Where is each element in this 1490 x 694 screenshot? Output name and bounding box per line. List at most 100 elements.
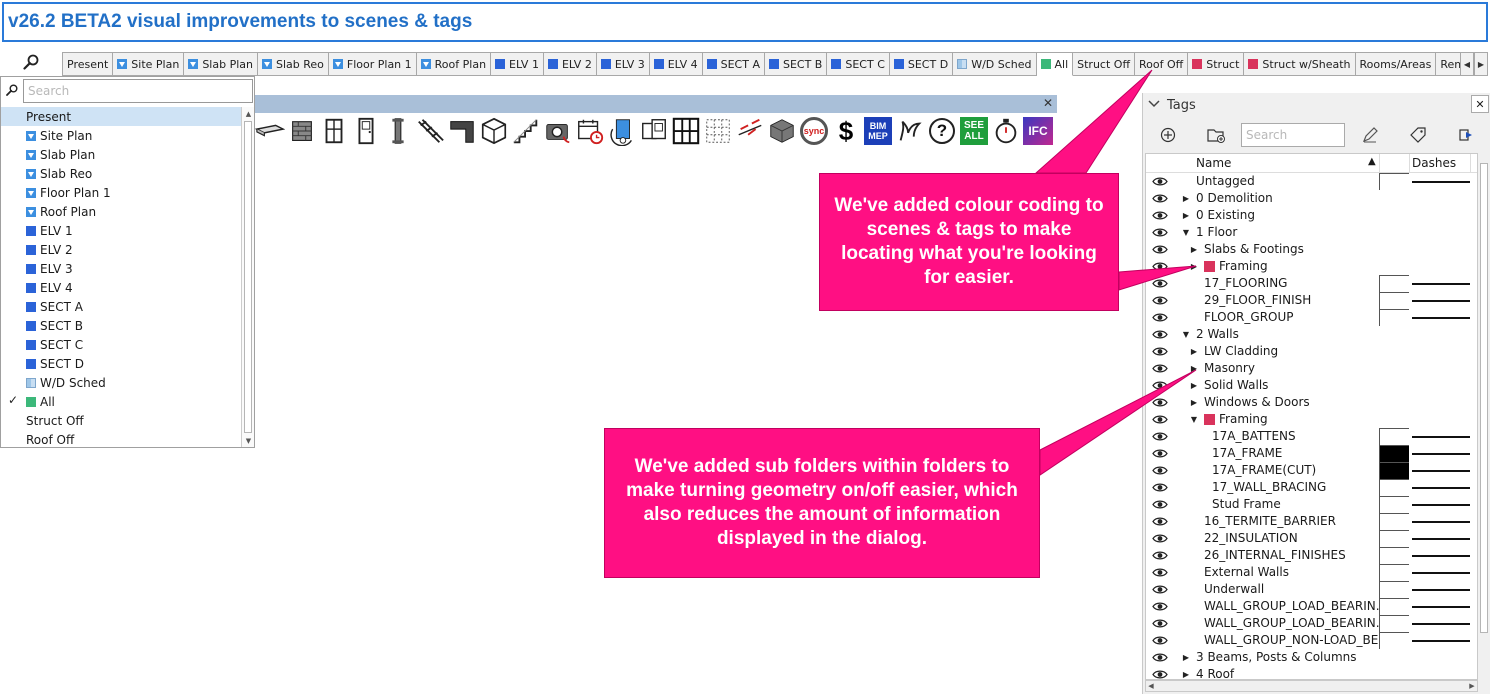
tag-row[interactable]: FLOOR_GROUP bbox=[1146, 309, 1477, 326]
expanded-triangle-icon[interactable]: ▼ bbox=[1182, 228, 1190, 237]
tag-row[interactable]: ▼ 1 Floor bbox=[1146, 224, 1477, 241]
scene-list-item[interactable]: Slab Reo bbox=[1, 164, 241, 183]
close-icon[interactable]: ✕ bbox=[1471, 95, 1489, 113]
tag-dash-style[interactable] bbox=[1412, 504, 1470, 506]
eye-icon[interactable] bbox=[1152, 550, 1168, 561]
tag-dash-style[interactable] bbox=[1412, 606, 1470, 608]
eye-icon[interactable] bbox=[1152, 176, 1168, 187]
scene-tab[interactable]: Struct w/Sheath bbox=[1244, 52, 1356, 76]
tag-dash-style[interactable] bbox=[1412, 555, 1470, 557]
eye-icon[interactable] bbox=[1152, 346, 1168, 357]
scene-list-item[interactable]: Slab Plan bbox=[1, 145, 241, 164]
tab-scroll-right-button[interactable]: ▶ bbox=[1474, 52, 1488, 76]
scene-tab[interactable]: ELV 4 bbox=[649, 52, 703, 76]
scene-tab[interactable]: Struct Off bbox=[1073, 52, 1136, 76]
tag-row[interactable]: ▶ Windows & Doors bbox=[1146, 394, 1477, 411]
tag-row[interactable]: ▶ Masonry bbox=[1146, 360, 1477, 377]
collapsed-triangle-icon[interactable]: ▶ bbox=[1190, 262, 1198, 271]
tag-row[interactable]: 26_INTERNAL_FINISHES bbox=[1146, 547, 1477, 564]
cost-tool-icon[interactable]: $ bbox=[830, 115, 862, 147]
scene-tab[interactable]: SECT D bbox=[889, 52, 954, 76]
sync-tool-icon[interactable]: sync bbox=[798, 115, 830, 147]
scroll-left-icon[interactable]: ◀ bbox=[1146, 681, 1156, 691]
scene-tab[interactable]: Slab Plan bbox=[184, 52, 258, 76]
stair-stringer-tool-icon[interactable] bbox=[414, 115, 446, 147]
eye-icon[interactable] bbox=[1152, 618, 1168, 629]
eye-icon[interactable] bbox=[1152, 414, 1168, 425]
tag-color-swatch[interactable] bbox=[1379, 581, 1409, 598]
tab-scroll-left-button[interactable]: ◀ bbox=[1460, 52, 1474, 76]
tag-row[interactable]: 16_TERMITE_BARRIER bbox=[1146, 513, 1477, 530]
scene-tab[interactable]: Present bbox=[62, 52, 114, 76]
close-icon[interactable]: ✕ bbox=[1043, 96, 1053, 110]
tag-row[interactable]: 29_FLOOR_FINISH bbox=[1146, 292, 1477, 309]
see-all-tool-icon[interactable]: SEE ALL bbox=[958, 115, 990, 147]
scene-tab[interactable]: Struct bbox=[1188, 52, 1245, 76]
tag-dash-style[interactable] bbox=[1412, 317, 1470, 319]
scroll-up-icon[interactable]: ▲ bbox=[242, 107, 255, 120]
expanded-triangle-icon[interactable]: ▼ bbox=[1190, 415, 1198, 424]
tag-color-swatch[interactable] bbox=[1379, 309, 1409, 326]
scene-list-item[interactable]: SECT D bbox=[1, 354, 241, 373]
eye-icon[interactable] bbox=[1152, 329, 1168, 340]
eye-icon[interactable] bbox=[1152, 227, 1168, 238]
tag-color-swatch[interactable] bbox=[1379, 445, 1409, 462]
wall-tool-icon[interactable] bbox=[286, 115, 318, 147]
tag-row[interactable]: 17A_FRAME(CUT) bbox=[1146, 462, 1477, 479]
scene-search-input[interactable] bbox=[23, 79, 253, 103]
tag-row[interactable]: ▶ LW Cladding bbox=[1146, 343, 1477, 360]
eye-icon[interactable] bbox=[1152, 278, 1168, 289]
collapsed-triangle-icon[interactable]: ▶ bbox=[1190, 398, 1198, 407]
grid-tool-icon[interactable] bbox=[670, 115, 702, 147]
tag-row[interactable]: ▼ 2 Walls bbox=[1146, 326, 1477, 343]
eye-icon[interactable] bbox=[1152, 295, 1168, 306]
scene-tab[interactable]: Remen bbox=[1436, 52, 1460, 76]
scene-tab[interactable]: SECT C bbox=[827, 52, 890, 76]
scene-tab[interactable]: Floor Plan 1 bbox=[328, 52, 417, 76]
tag-dash-style[interactable] bbox=[1412, 538, 1470, 540]
tag-dash-style[interactable] bbox=[1412, 589, 1470, 591]
tag-row[interactable]: 17_WALL_BRACING bbox=[1146, 479, 1477, 496]
tags-header[interactable]: Tags ✕ bbox=[1143, 93, 1490, 117]
scene-tab[interactable]: ELV 2 bbox=[543, 52, 597, 76]
scroll-right-icon[interactable]: ▶ bbox=[1467, 681, 1477, 691]
scene-tab[interactable]: Site Plan bbox=[113, 52, 185, 76]
tag-dash-style[interactable] bbox=[1412, 300, 1470, 302]
tags-search-input[interactable] bbox=[1241, 123, 1345, 147]
tag-row[interactable]: WALL_GROUP_LOAD_BEARIN... bbox=[1146, 615, 1477, 632]
corner-tool-icon[interactable] bbox=[446, 115, 478, 147]
tag-row[interactable]: ▶ Slabs & Footings bbox=[1146, 241, 1477, 258]
calendar-tool-icon[interactable] bbox=[574, 115, 606, 147]
scene-list-item[interactable]: ✓ All bbox=[1, 392, 241, 411]
tag-row[interactable]: ▶ 0 Demolition bbox=[1146, 190, 1477, 207]
tag-row[interactable]: ▶ 0 Existing bbox=[1146, 207, 1477, 224]
tag-dash-style[interactable] bbox=[1412, 640, 1470, 642]
scene-list-item[interactable]: ELV 3 bbox=[1, 259, 241, 278]
eye-icon[interactable] bbox=[1152, 669, 1168, 679]
eye-icon[interactable] bbox=[1152, 261, 1168, 272]
tag-color-swatch[interactable] bbox=[1379, 513, 1409, 530]
dimension-tool-icon[interactable] bbox=[734, 115, 766, 147]
scene-list-item[interactable]: SECT C bbox=[1, 335, 241, 354]
tag-dash-style[interactable] bbox=[1412, 181, 1470, 183]
tag-color-swatch[interactable] bbox=[1379, 462, 1409, 479]
tag-dash-style[interactable] bbox=[1412, 436, 1470, 438]
eye-icon[interactable] bbox=[1152, 380, 1168, 391]
tag-color-swatch[interactable] bbox=[1379, 632, 1409, 649]
eye-icon[interactable] bbox=[1152, 482, 1168, 493]
tag-row[interactable]: Stud Frame bbox=[1146, 496, 1477, 513]
collapsed-triangle-icon[interactable]: ▶ bbox=[1190, 364, 1198, 373]
eye-icon[interactable] bbox=[1152, 516, 1168, 527]
tag-row[interactable]: WALL_GROUP_NON-LOAD_BE... bbox=[1146, 632, 1477, 649]
door-tool-icon[interactable] bbox=[350, 115, 382, 147]
tag-color-swatch[interactable] bbox=[1379, 428, 1409, 445]
eye-icon[interactable] bbox=[1152, 499, 1168, 510]
tag-dash-style[interactable] bbox=[1412, 521, 1470, 523]
eye-icon[interactable] bbox=[1152, 244, 1168, 255]
tag-color-swatch[interactable] bbox=[1379, 615, 1409, 632]
scene-tab[interactable]: ELV 1 bbox=[491, 52, 544, 76]
eye-icon[interactable] bbox=[1152, 193, 1168, 204]
tag-color-swatch[interactable] bbox=[1379, 275, 1409, 292]
tag-row[interactable]: ▶ 4 Roof bbox=[1146, 666, 1477, 679]
eye-icon[interactable] bbox=[1152, 567, 1168, 578]
